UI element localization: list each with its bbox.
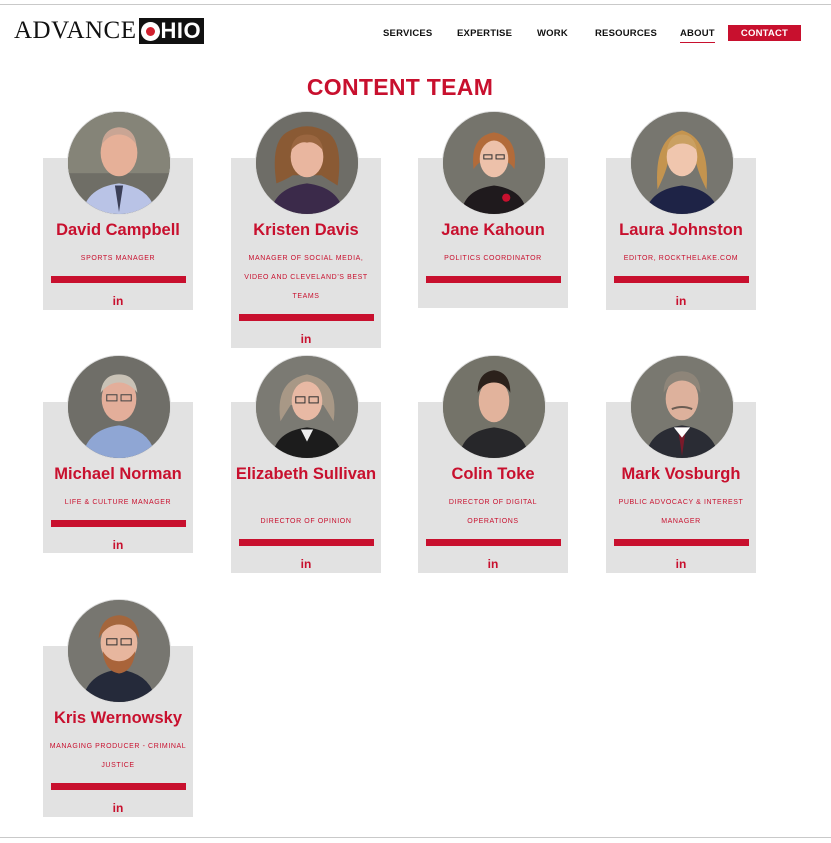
member-name: Colin Toke (451, 465, 535, 483)
red-divider (51, 783, 186, 790)
nav-resources[interactable]: RESOURCES (595, 28, 657, 40)
linkedin-icon[interactable]: in (418, 558, 568, 570)
member-role: MANAGER OF SOCIAL MEDIA, VIDEO AND CLEVE… (244, 255, 368, 300)
red-divider (51, 276, 186, 283)
member-role: MANAGING PRODUCER - CRIMINAL JUSTICE (49, 743, 187, 769)
profile-photo (67, 111, 171, 215)
member-name: Kristen Davis (253, 221, 359, 239)
linkedin-icon[interactable]: in (606, 295, 756, 307)
member-role: PUBLIC ADVOCACY & INTEREST MANAGER (618, 499, 744, 525)
linkedin-icon[interactable]: in (231, 333, 381, 345)
member-role: SPORTS MANAGER (80, 255, 156, 262)
nav-expertise[interactable]: EXPERTISE (457, 28, 512, 40)
member-name: Elizabeth Sullivan (235, 465, 377, 483)
red-divider (239, 314, 374, 321)
linkedin-icon[interactable]: in (606, 558, 756, 570)
contact-button[interactable]: CONTACT (728, 25, 801, 41)
site-logo[interactable]: ADVANCE HIO (14, 17, 205, 44)
member-name: Laura Johnston (619, 221, 743, 239)
linkedin-icon[interactable]: in (231, 558, 381, 570)
red-divider (239, 539, 374, 546)
member-name: Kris Wernowsky (53, 709, 183, 727)
logo-ohio-block: HIO (138, 18, 205, 44)
profile-photo (630, 111, 734, 215)
profile-photo (630, 355, 734, 459)
red-divider (426, 276, 561, 283)
logo-ohio-text: HIO (160, 18, 202, 43)
member-role: EDITOR, ROCKTHELAKE.COM (623, 255, 739, 262)
nav-about[interactable]: ABOUT (680, 28, 715, 43)
nav-work[interactable]: WORK (537, 28, 568, 40)
red-divider (614, 276, 749, 283)
member-role: DIRECTOR OF DIGITAL OPERATIONS (448, 499, 538, 525)
member-name: Mark Vosburgh (621, 465, 741, 483)
logo-o-icon (140, 21, 160, 41)
logo-advance-text: ADVANCE (14, 17, 137, 44)
profile-photo (255, 111, 359, 215)
member-role: POLITICS COORDINATOR (444, 255, 542, 262)
profile-photo (67, 355, 171, 459)
page-title: CONTENT TEAM (306, 74, 494, 100)
nav-services[interactable]: SERVICES (383, 28, 432, 40)
member-role: LIFE & CULTURE MANAGER (64, 499, 172, 506)
member-name: David Campbell (56, 221, 180, 239)
profile-photo (442, 355, 546, 459)
linkedin-icon[interactable]: in (43, 539, 193, 551)
linkedin-icon[interactable]: in (43, 802, 193, 814)
bottom-divider (0, 837, 831, 838)
red-divider (614, 539, 749, 546)
linkedin-icon[interactable]: in (43, 295, 193, 307)
red-divider (51, 520, 186, 527)
member-name: Jane Kahoun (441, 221, 545, 239)
profile-photo (255, 355, 359, 459)
member-role: DIRECTOR OF OPINION (260, 518, 352, 525)
profile-photo (442, 111, 546, 215)
profile-photo (67, 599, 171, 703)
member-name: Michael Norman (54, 465, 182, 483)
top-divider (0, 4, 831, 5)
red-divider (426, 539, 561, 546)
